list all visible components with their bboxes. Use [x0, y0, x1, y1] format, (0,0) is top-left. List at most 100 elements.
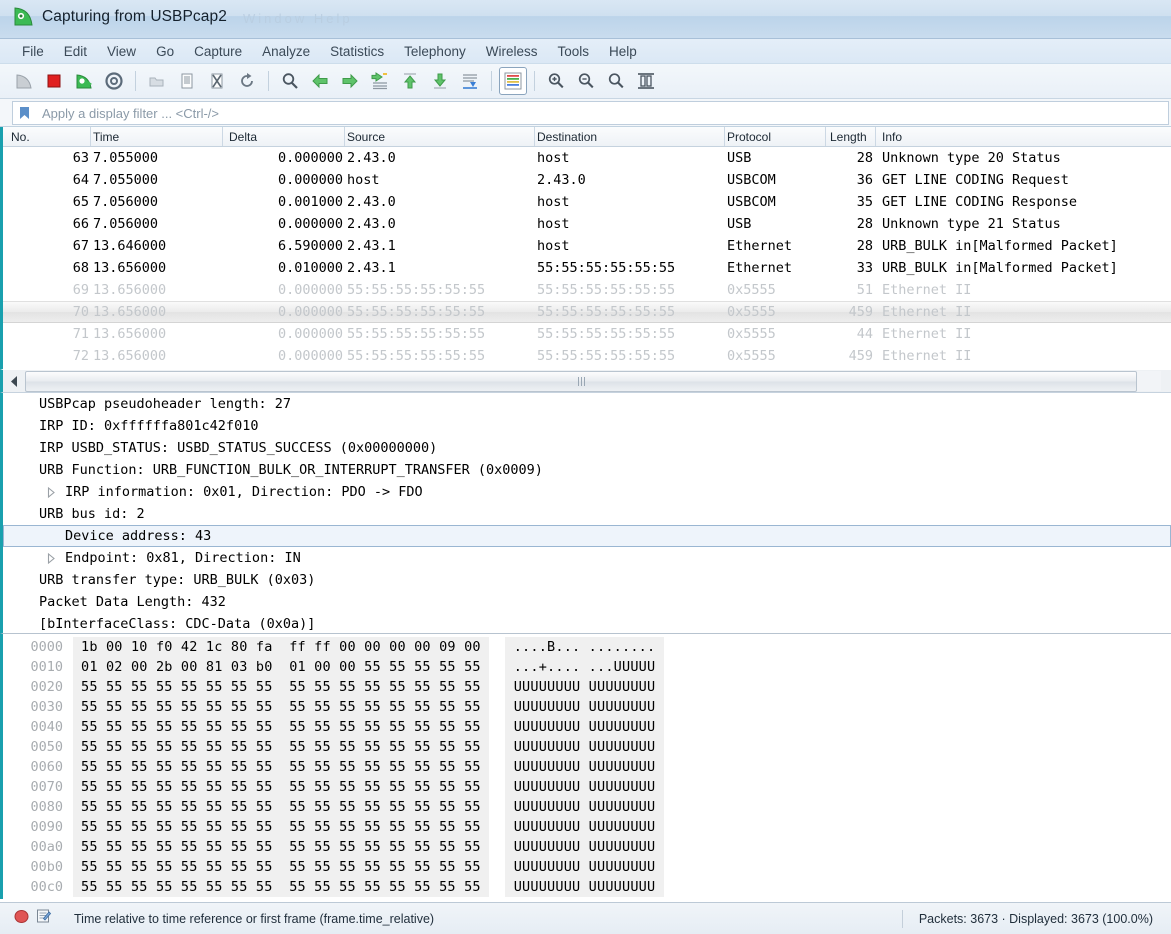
hex-row[interactable]: 001001 02 00 2b 00 81 03 b0 01 00 00 55 … — [3, 657, 1171, 677]
table-row[interactable]: 637.0550000.0000002.43.0hostUSB28Unknown… — [3, 147, 1171, 169]
menu-tools[interactable]: Tools — [547, 42, 599, 61]
table-row[interactable]: 6913.6560000.00000055:55:55:55:55:5555:5… — [3, 279, 1171, 301]
table-row[interactable]: 667.0560000.0000002.43.0hostUSB28Unknown… — [3, 213, 1171, 235]
hex-row[interactable]: 006055 55 55 55 55 55 55 55 55 55 55 55 … — [3, 757, 1171, 777]
cell-delta: 0.001000 — [223, 194, 345, 210]
cell-length: 35 — [826, 194, 876, 210]
go-to-packet-icon[interactable] — [366, 67, 394, 95]
hex-row[interactable]: 002055 55 55 55 55 55 55 55 55 55 55 55 … — [3, 677, 1171, 697]
menu-telephony[interactable]: Telephony — [394, 42, 476, 61]
packet-bytes-pane[interactable]: 00001b 00 10 f0 42 1c 80 fa ff ff 00 00 … — [0, 633, 1171, 899]
go-back-icon[interactable] — [306, 67, 334, 95]
hex-row[interactable]: 004055 55 55 55 55 55 55 55 55 55 55 55 … — [3, 717, 1171, 737]
table-row[interactable]: 657.0560000.0010002.43.0hostUSBCOM35GET … — [3, 191, 1171, 213]
colorize-packets-icon[interactable] — [499, 67, 527, 95]
menu-analyze[interactable]: Analyze — [252, 42, 320, 61]
title-ghost-text: Window Help — [243, 11, 353, 26]
restart-capture-icon[interactable] — [70, 67, 98, 95]
hex-row[interactable]: 007055 55 55 55 55 55 55 55 55 55 55 55 … — [3, 777, 1171, 797]
hex-row[interactable]: 00b055 55 55 55 55 55 55 55 55 55 55 55 … — [3, 857, 1171, 877]
menu-go[interactable]: Go — [146, 42, 184, 61]
packet-details-rows: USBPcap pseudoheader length: 27IRP ID: 0… — [3, 393, 1171, 633]
detail-row[interactable]: IRP information: 0x01, Direction: PDO ->… — [3, 481, 1171, 503]
table-row[interactable]: 6813.6560000.0100002.43.155:55:55:55:55:… — [3, 257, 1171, 279]
hex-row[interactable]: 003055 55 55 55 55 55 55 55 55 55 55 55 … — [3, 697, 1171, 717]
auto-scroll-icon[interactable] — [456, 67, 484, 95]
menu-edit[interactable]: Edit — [54, 42, 97, 61]
cell-delta: 0.000000 — [223, 282, 345, 298]
hex-row[interactable]: 005055 55 55 55 55 55 55 55 55 55 55 55 … — [3, 737, 1171, 757]
menu-wireless[interactable]: Wireless — [476, 42, 548, 61]
close-file-icon[interactable] — [203, 67, 231, 95]
cell-no: 66 — [3, 216, 91, 232]
detail-row[interactable]: URB bus id: 2 — [3, 503, 1171, 525]
menu-file[interactable]: File — [12, 42, 54, 61]
scroll-left-arrow-icon[interactable] — [3, 371, 25, 391]
column-header-destination[interactable]: Destination — [535, 127, 725, 146]
go-to-first-packet-icon[interactable] — [396, 67, 424, 95]
detail-row-selected[interactable]: Device address: 43 — [3, 525, 1171, 547]
table-row[interactable]: 7013.6560000.00000055:55:55:55:55:5555:5… — [3, 301, 1171, 323]
table-row[interactable]: 7213.6560000.00000055:55:55:55:55:5555:5… — [3, 345, 1171, 367]
zoom-in-icon[interactable] — [542, 67, 570, 95]
scrollbar-thumb[interactable] — [25, 371, 1137, 392]
column-header-protocol[interactable]: Protocol — [725, 127, 826, 146]
packet-details-pane[interactable]: USBPcap pseudoheader length: 27IRP ID: 0… — [0, 393, 1171, 633]
expand-triangle-icon[interactable] — [47, 486, 56, 502]
column-header-no[interactable]: No. — [3, 127, 91, 146]
detail-row[interactable]: Packet Data Length: 432 — [3, 591, 1171, 613]
hex-bytes: 1b 00 10 f0 42 1c 80 fa ff ff 00 00 00 0… — [73, 637, 489, 657]
display-filter-input[interactable]: Apply a display filter ... <Ctrl-/> — [35, 101, 1169, 125]
resize-columns-icon[interactable] — [632, 67, 660, 95]
detail-row[interactable]: IRP USBD_STATUS: USBD_STATUS_SUCCESS (0x… — [3, 437, 1171, 459]
cell-delta: 6.590000 — [223, 238, 345, 254]
filter-bookmark-icon[interactable] — [12, 101, 35, 125]
hex-offset: 0040 — [3, 719, 73, 735]
table-row[interactable]: 6713.6460006.5900002.43.1hostEthernet28U… — [3, 235, 1171, 257]
cell-delta: 0.000000 — [223, 348, 345, 364]
column-header-source[interactable]: Source — [345, 127, 535, 146]
column-header-info[interactable]: Info — [876, 127, 1171, 146]
hex-offset: 0010 — [3, 659, 73, 675]
go-to-last-packet-icon[interactable] — [426, 67, 454, 95]
packet-list-horizontal-scrollbar[interactable] — [0, 369, 1171, 393]
detail-row[interactable]: Endpoint: 0x81, Direction: IN — [3, 547, 1171, 569]
find-packet-icon[interactable] — [276, 67, 304, 95]
detail-row-label: URB transfer type: URB_BULK (0x03) — [39, 572, 315, 588]
expand-triangle-icon[interactable] — [47, 552, 56, 568]
start-capture-icon[interactable] — [10, 67, 38, 95]
hex-row[interactable]: 009055 55 55 55 55 55 55 55 55 55 55 55 … — [3, 817, 1171, 837]
table-row[interactable]: 647.0550000.000000host2.43.0USBCOM36GET … — [3, 169, 1171, 191]
scrollbar-track[interactable] — [25, 371, 1161, 391]
column-header-time[interactable]: Time — [91, 127, 223, 146]
hex-row[interactable]: 00c055 55 55 55 55 55 55 55 55 55 55 55 … — [3, 877, 1171, 897]
menu-help[interactable]: Help — [599, 42, 647, 61]
detail-row[interactable]: USBPcap pseudoheader length: 27 — [3, 393, 1171, 415]
red-circle-capture-icon[interactable] — [14, 909, 29, 929]
detail-row[interactable]: URB transfer type: URB_BULK (0x03) — [3, 569, 1171, 591]
capture-options-icon[interactable] — [100, 67, 128, 95]
go-forward-icon[interactable] — [336, 67, 364, 95]
zoom-reset-icon[interactable] — [602, 67, 630, 95]
menu-capture[interactable]: Capture — [184, 42, 252, 61]
zoom-out-icon[interactable] — [572, 67, 600, 95]
save-file-icon[interactable] — [173, 67, 201, 95]
table-row[interactable]: 7113.6560000.00000055:55:55:55:55:5555:5… — [3, 323, 1171, 345]
menu-statistics[interactable]: Statistics — [320, 42, 394, 61]
hex-row[interactable]: 00a055 55 55 55 55 55 55 55 55 55 55 55 … — [3, 837, 1171, 857]
capture-comment-edit-icon[interactable] — [36, 908, 52, 929]
column-header-delta[interactable]: Delta — [223, 127, 345, 146]
packet-list-pane[interactable]: No. Time Delta Source Destination Protoc… — [0, 127, 1171, 369]
hex-row[interactable]: 008055 55 55 55 55 55 55 55 55 55 55 55 … — [3, 797, 1171, 817]
reload-file-icon[interactable] — [233, 67, 261, 95]
detail-row[interactable]: URB Function: URB_FUNCTION_BULK_OR_INTER… — [3, 459, 1171, 481]
menu-view[interactable]: View — [97, 42, 146, 61]
stop-capture-icon[interactable] — [40, 67, 68, 95]
detail-row[interactable]: [bInterfaceClass: CDC-Data (0x0a)] — [3, 613, 1171, 633]
column-header-length[interactable]: Length — [826, 127, 876, 146]
open-file-icon[interactable] — [143, 67, 171, 95]
detail-row[interactable]: IRP ID: 0xffffffa801c42f010 — [3, 415, 1171, 437]
packet-bytes-rows: 00001b 00 10 f0 42 1c 80 fa ff ff 00 00 … — [3, 637, 1171, 897]
cell-no: 69 — [3, 282, 91, 298]
hex-row[interactable]: 00001b 00 10 f0 42 1c 80 fa ff ff 00 00 … — [3, 637, 1171, 657]
